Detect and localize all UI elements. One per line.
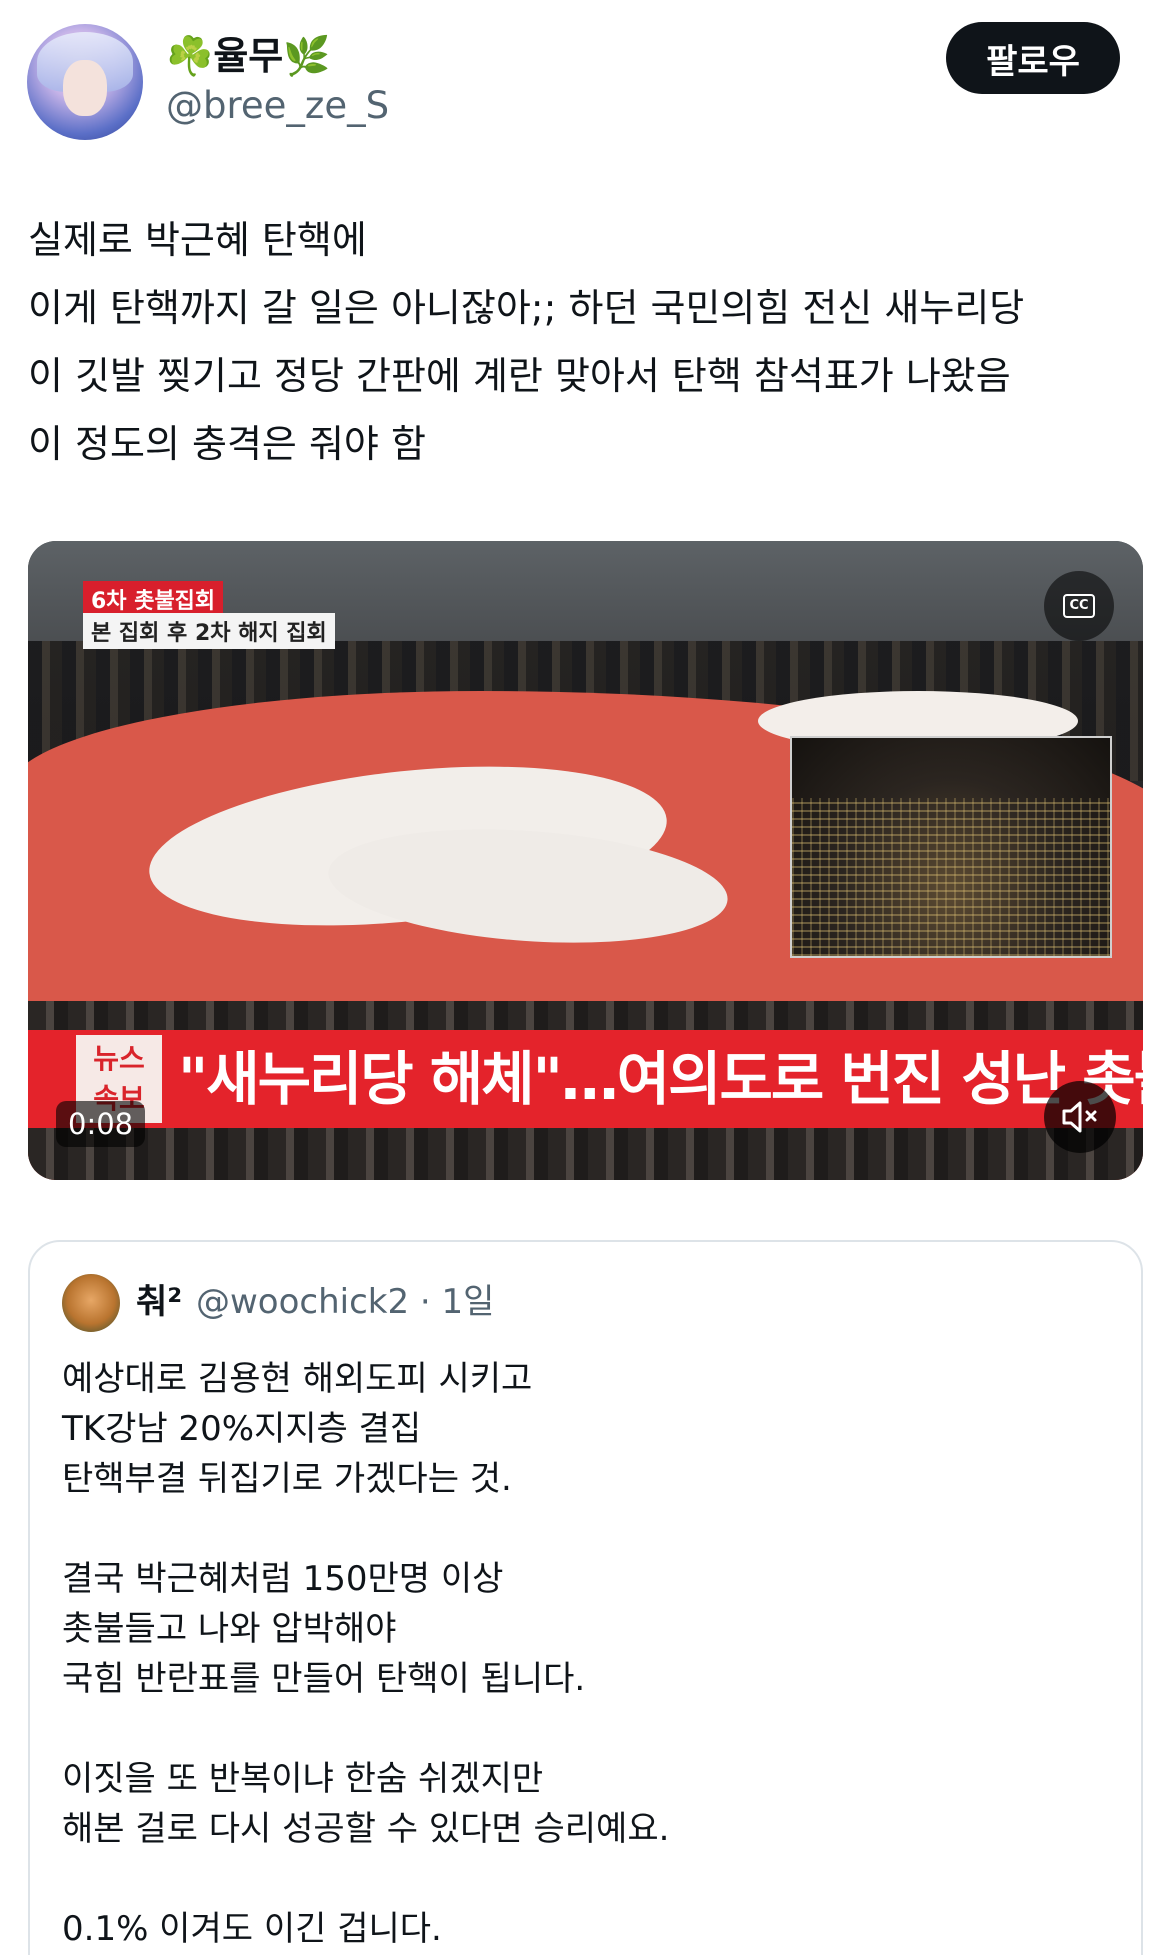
video-inset-frame — [790, 736, 1112, 958]
quoted-line: 국힘 반란표를 만들어 탄핵이 됩니다. — [62, 1659, 586, 1699]
video-overlay-subcaption: 본 집회 후 2차 해지 집회 — [83, 613, 335, 649]
quoted-tweet-text: 예상대로 김용현 해외도피 시키고 TK강남 20%지지층 결집 탄핵부결 뒤집… — [62, 1354, 1102, 1954]
quoted-tweet[interactable]: 춰² @woochick2 · 1일 예상대로 김용현 해외도피 시키고 TK강… — [28, 1240, 1143, 1955]
quoted-author-name[interactable]: 춰² — [136, 1280, 182, 1324]
video-timestamp: 0:08 — [56, 1101, 146, 1147]
quoted-line: 촛불들고 나와 압박해야 — [62, 1609, 397, 1649]
news-banner-tag-line: 뉴스 — [93, 1042, 145, 1075]
quoted-line: TK강남 20%지지층 결집 — [62, 1409, 422, 1449]
author-avatar[interactable] — [27, 24, 143, 140]
muted-speaker-icon — [1062, 1101, 1097, 1133]
author-handle[interactable]: @bree_ze_S — [166, 84, 389, 128]
quoted-line: 탄핵부결 뒤집기로 가겠다는 것. — [62, 1459, 512, 1499]
quoted-line: 예상대로 김용현 해외도피 시키고 — [62, 1359, 533, 1399]
avatar-face — [63, 60, 107, 116]
news-banner-headline: "새누리당 해체"…여의도로 번진 성난 촛불 — [178, 1045, 1143, 1113]
tweet-header: ☘️율무🌿 @bree_ze_S 팔로우 — [0, 0, 1170, 140]
quoted-line — [62, 1704, 1102, 1754]
video-player[interactable]: 6차 촛불집회 본 집회 후 2차 해지 집회 뉴스 속보 "새누리당 해체"…… — [28, 541, 1143, 1180]
quoted-line: 결국 박근혜처럼 150만명 이상 — [62, 1559, 504, 1599]
author-display-name[interactable]: ☘️율무🌿 — [166, 32, 331, 80]
quoted-line — [62, 1854, 1102, 1904]
mute-button[interactable] — [1044, 1081, 1116, 1153]
closed-captions-button[interactable]: CC — [1044, 571, 1114, 641]
closed-captions-icon: CC — [1063, 594, 1095, 618]
quoted-line: 0.1% 이겨도 이긴 겁니다. — [62, 1909, 442, 1949]
video-overlay-caption: 6차 촛불집회 — [83, 581, 224, 617]
tweet-line: 실제로 박근혜 탄핵에 — [28, 218, 367, 262]
tweet-line: 이게 탄핵까지 갈 일은 아니잖아;; 하던 국민의힘 전신 새누리당 — [28, 286, 1025, 330]
quoted-line: 이짓을 또 반복이냐 한숨 쉬겠지만 — [62, 1759, 544, 1799]
tweet-line: 이 정도의 충격은 줘야 함 — [28, 422, 426, 466]
quoted-author-avatar[interactable] — [62, 1274, 120, 1332]
quoted-line: 해본 걸로 다시 성공할 수 있다면 승리예요. — [62, 1809, 670, 1849]
tweet-line: 이 깃발 찢기고 정당 간판에 계란 맞아서 탄핵 참석표가 나왔음 — [28, 354, 1011, 398]
follow-button[interactable]: 팔로우 — [946, 22, 1120, 94]
quoted-line — [62, 1504, 1102, 1554]
tweet-text: 실제로 박근혜 탄핵에 이게 탄핵까지 갈 일은 아니잖아;; 하던 국민의힘 … — [28, 206, 1148, 478]
quoted-author-handle-time[interactable]: @woochick2 · 1일 — [196, 1280, 494, 1324]
video-inset-candlelight-crowd — [792, 798, 1110, 956]
